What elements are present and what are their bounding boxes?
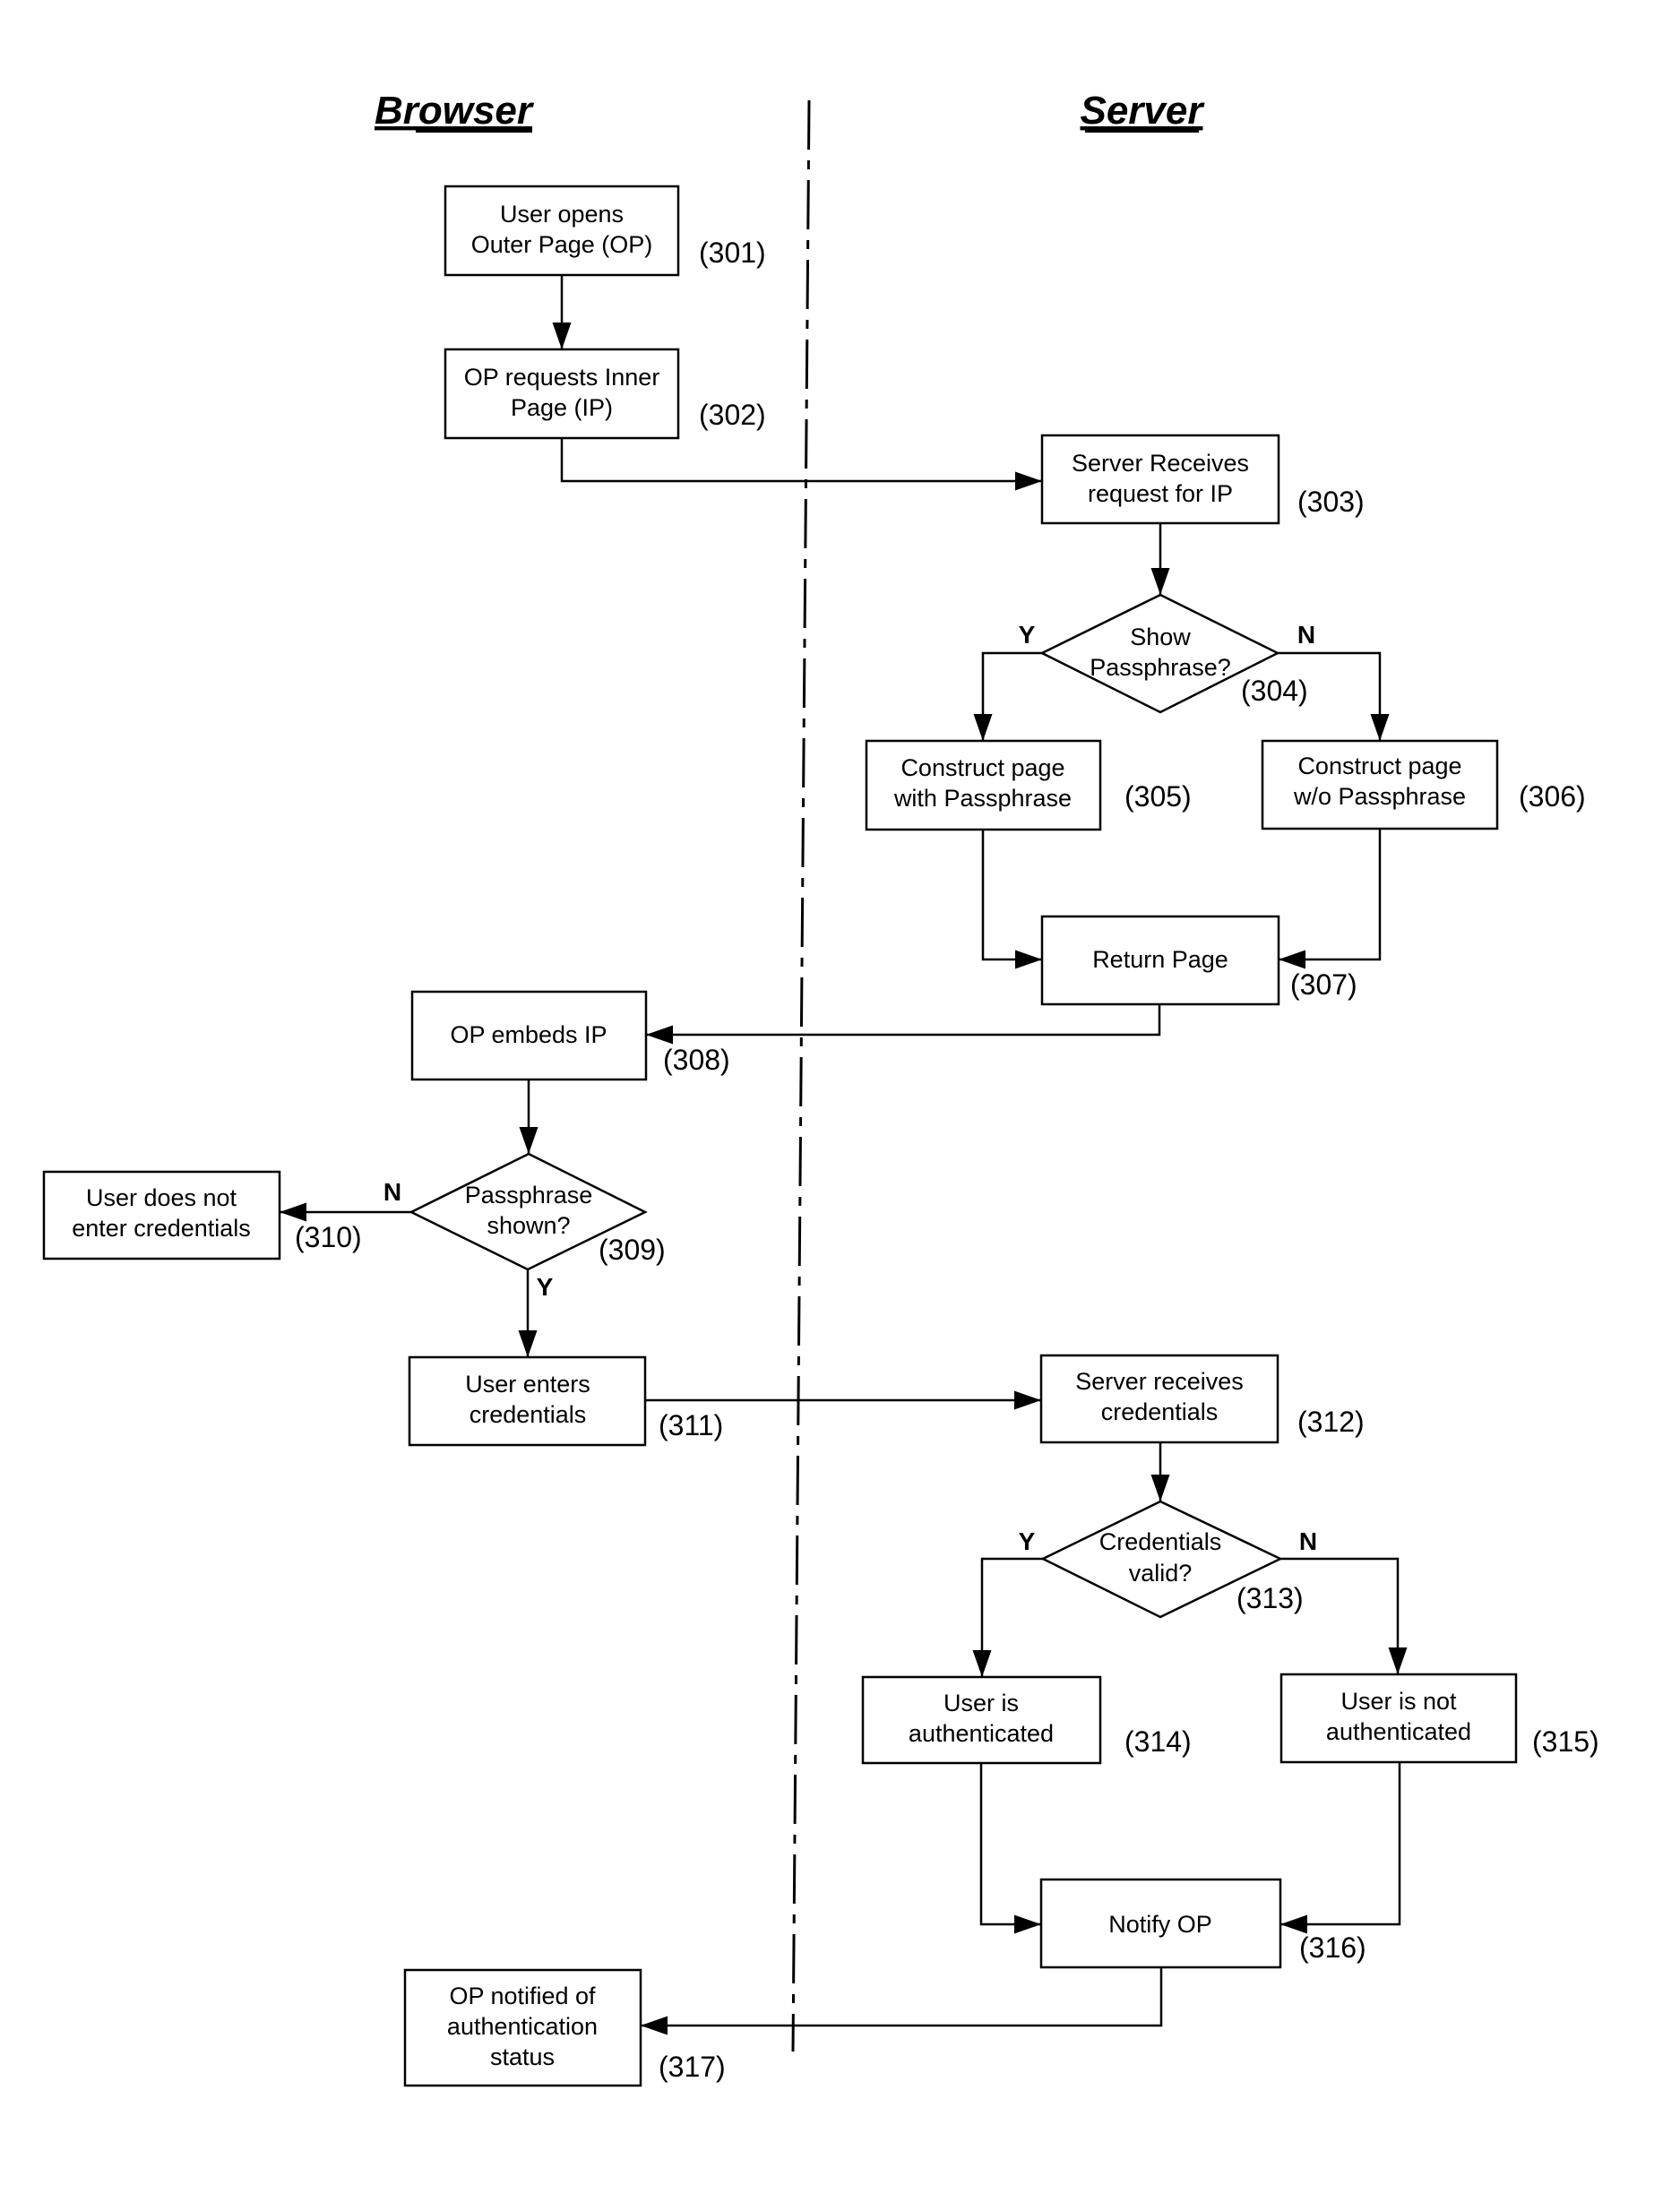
- step-313-credentials-valid-decision: Credentials valid? (313) Y N: [1019, 1500, 1317, 1619]
- step-316-ref: (316): [1299, 1931, 1366, 1964]
- arrow-306-307: [1279, 829, 1382, 969]
- step-304-ref: (304): [1241, 675, 1308, 707]
- step-308-ref: (308): [663, 1044, 730, 1076]
- step-301-ref: (301): [699, 237, 766, 269]
- step-305-line-2: with Passphrase: [893, 785, 1072, 812]
- step-309-line-1: Passphrase: [465, 1182, 593, 1209]
- step-310-line-2: enter credentials: [72, 1215, 251, 1242]
- step-317-line-1: OP notified of: [449, 1983, 596, 2009]
- step-303-ref: (303): [1297, 486, 1365, 518]
- step-304-no-label: N: [1297, 621, 1315, 649]
- step-307-ref: (307): [1290, 968, 1357, 1001]
- step-306-construct-page-without-passphrase: Construct page w/o Passphrase (306): [1261, 739, 1586, 830]
- lane-title-browser: Browser: [375, 89, 535, 133]
- step-301-line-1: User opens: [500, 201, 624, 228]
- step-310-user-does-not-enter-credentials: User does not enter credentials (310): [42, 1170, 362, 1260]
- step-315-line-2: authenticated: [1326, 1718, 1471, 1745]
- step-309-passphrase-shown-decision: Passphrase shown? (309) N Y: [383, 1152, 666, 1301]
- step-315-user-is-not-authenticated: User is not authenticated (315): [1279, 1673, 1599, 1764]
- arrow-305-307: [981, 830, 1042, 969]
- step-303-line-1: Server Receives: [1072, 450, 1249, 477]
- step-317-line-3: status: [490, 2043, 555, 2070]
- step-310-ref: (310): [295, 1221, 362, 1253]
- arrow-313-yes-314: [972, 1557, 1043, 1677]
- step-313-no-label: N: [1299, 1527, 1317, 1555]
- step-314-user-is-authenticated: User is authenticated (314): [861, 1675, 1192, 1765]
- step-314-line-1: User is: [943, 1690, 1019, 1716]
- step-305-ref: (305): [1124, 780, 1192, 813]
- step-316-line-1: Notify OP: [1108, 1911, 1212, 1938]
- step-306-line-2: w/o Passphrase: [1293, 783, 1466, 810]
- step-315-line-1: User is not: [1340, 1688, 1457, 1715]
- arrow-315-316: [1280, 1762, 1401, 1934]
- step-303-server-receives-request: Server Receives request for IP (303): [1040, 434, 1365, 525]
- step-313-ref: (313): [1236, 1582, 1304, 1614]
- step-302-line-2: Page (IP): [511, 394, 613, 421]
- step-310-line-1: User does not: [86, 1184, 237, 1211]
- step-315-ref: (315): [1532, 1725, 1599, 1758]
- arrow-304-yes-305: [973, 651, 1042, 741]
- arrow-302-303: [560, 438, 1042, 491]
- arrow-316-317: [641, 1967, 1163, 2035]
- step-311-line-1: User enters: [465, 1371, 590, 1398]
- arrow-314-316: [979, 1763, 1041, 1934]
- lane-divider: [791, 99, 811, 2052]
- step-313-line-2: valid?: [1129, 1560, 1193, 1587]
- step-304-show-passphrase-decision: Show Passphrase? (304) Y N: [1019, 593, 1315, 714]
- step-306-line-1: Construct page: [1297, 753, 1461, 779]
- step-317-op-notified-of-status: OP notified of authentication status (31…: [403, 1968, 726, 2087]
- arrow-307-308: [646, 1004, 1161, 1045]
- step-304-line-2: Passphrase?: [1090, 654, 1231, 681]
- arrow-313-no-315: [1280, 1557, 1408, 1674]
- step-305-construct-page-with-passphrase: Construct page with Passphrase (305): [865, 739, 1192, 831]
- step-311-line-2: credentials: [470, 1401, 587, 1428]
- step-312-line-1: Server receives: [1075, 1368, 1244, 1395]
- step-304-yes-label: Y: [1019, 621, 1036, 649]
- connectors: [280, 275, 1408, 2035]
- step-314-line-2: authenticated: [909, 1720, 1054, 1747]
- step-317-line-2: authentication: [447, 2013, 598, 2040]
- step-317-ref: (317): [659, 2051, 726, 2083]
- step-306-ref: (306): [1519, 780, 1586, 813]
- step-308-line-1: OP embeds IP: [450, 1021, 607, 1048]
- step-302-op-requests-inner-page: OP requests Inner Page (IP) (302): [444, 348, 766, 440]
- step-309-ref: (309): [599, 1234, 666, 1266]
- step-301-user-opens-outer-page: User opens Outer Page (OP) (301): [444, 185, 766, 277]
- flowchart: Browser Server User opens Outer Page (OP…: [42, 89, 1599, 2087]
- step-304-line-1: Show: [1130, 624, 1191, 650]
- step-302-line-1: OP requests Inner: [464, 364, 660, 391]
- step-309-yes-label: Y: [537, 1273, 554, 1301]
- step-312-server-receives-credentials: Server receives credentials (312): [1039, 1354, 1365, 1444]
- step-311-ref: (311): [659, 1409, 723, 1441]
- step-314-ref: (314): [1124, 1725, 1192, 1758]
- step-309-line-2: shown?: [487, 1212, 570, 1239]
- step-302-ref: (302): [699, 399, 766, 431]
- step-313-yes-label: Y: [1019, 1527, 1036, 1555]
- step-313-line-1: Credentials: [1099, 1528, 1222, 1555]
- step-312-ref: (312): [1297, 1406, 1365, 1438]
- step-309-no-label: N: [383, 1178, 401, 1206]
- step-301-line-2: Outer Page (OP): [471, 231, 653, 258]
- lane-title-server: Server: [1080, 89, 1205, 133]
- step-312-line-2: credentials: [1101, 1398, 1219, 1425]
- step-307-line-1: Return Page: [1092, 946, 1228, 973]
- step-303-line-2: request for IP: [1088, 480, 1233, 507]
- step-305-line-1: Construct page: [900, 754, 1064, 781]
